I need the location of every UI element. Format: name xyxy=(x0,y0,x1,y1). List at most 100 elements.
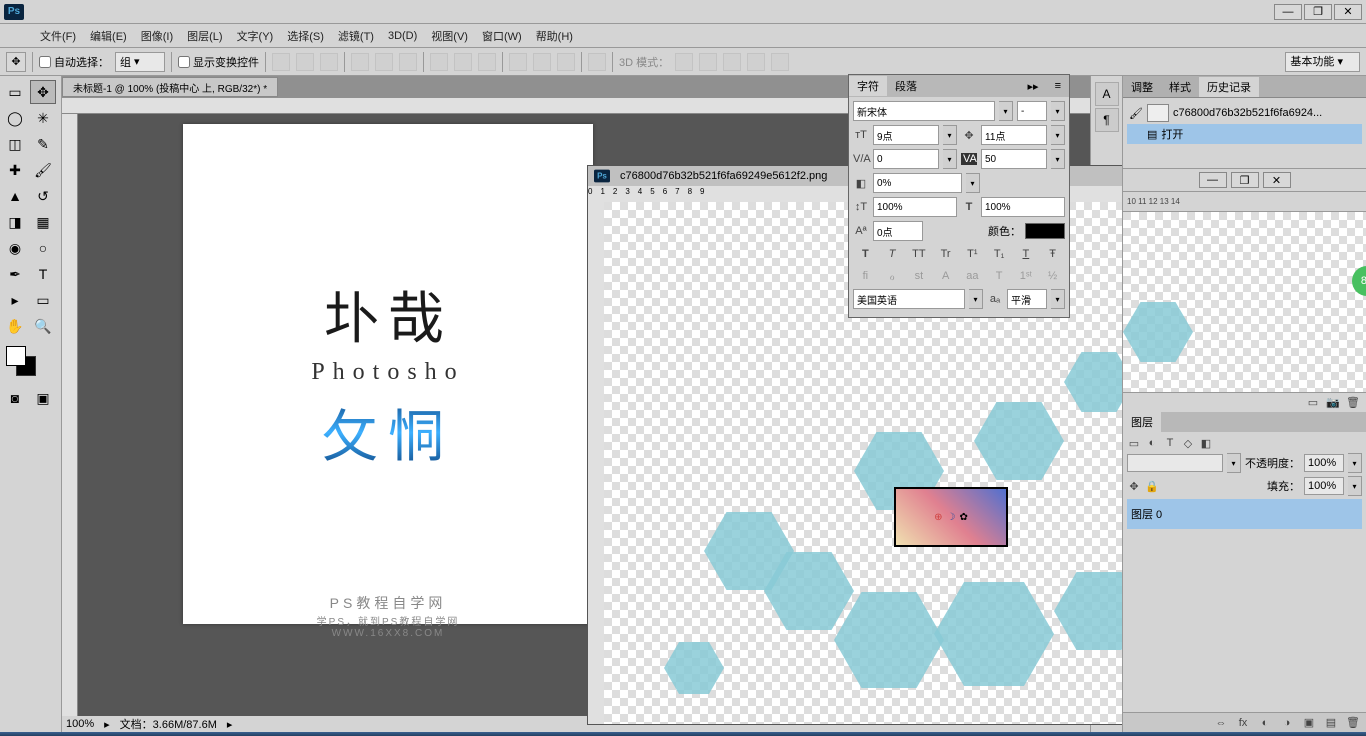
panel-menu-icon[interactable]: ≡ xyxy=(1047,76,1069,96)
shape-tool[interactable]: ▭ xyxy=(30,288,56,312)
group-icon[interactable]: ▣ xyxy=(1302,716,1316,730)
layer-item[interactable]: 图层 0 xyxy=(1127,499,1362,529)
tab-history[interactable]: 历史记录 xyxy=(1199,77,1259,97)
path-tool[interactable]: ▸ xyxy=(2,288,28,312)
auto-select-dropdown[interactable]: 组 ▾ xyxy=(115,52,165,72)
hscale-input[interactable]: 100% xyxy=(981,197,1065,217)
lock-move-icon[interactable]: ✥ xyxy=(1127,479,1141,493)
dropdown-icon[interactable]: ▾ xyxy=(943,125,957,145)
doc2-ruler-v[interactable] xyxy=(588,202,604,724)
zoom-tool[interactable]: 🔍 xyxy=(30,314,56,338)
menu-3d[interactable]: 3D(D) xyxy=(388,30,417,42)
menu-help[interactable]: 帮助(H) xyxy=(536,28,573,44)
filter-icon[interactable]: ◇ xyxy=(1181,436,1195,450)
menu-image[interactable]: 图像(I) xyxy=(141,28,173,44)
dropdown-icon[interactable]: ▾ xyxy=(966,173,980,193)
font-size-input[interactable]: 9点 xyxy=(873,125,939,145)
link-icon[interactable]: ⇔ xyxy=(1214,716,1228,730)
menu-edit[interactable]: 编辑(E) xyxy=(90,28,127,44)
dropdown-icon[interactable]: ▾ xyxy=(1051,289,1065,309)
opacity-input[interactable]: 100% xyxy=(1304,454,1344,472)
subscript-button[interactable]: T₁ xyxy=(989,245,1009,263)
heal-tool[interactable]: ✚ xyxy=(2,158,28,182)
language-dropdown[interactable]: 美国英语 xyxy=(853,289,965,309)
doc2-minimize[interactable]: — xyxy=(1199,172,1227,188)
tab-layers[interactable]: 图层 xyxy=(1123,412,1161,432)
menu-type[interactable]: 文字(Y) xyxy=(237,28,274,44)
menu-file[interactable]: 文件(F) xyxy=(40,28,76,44)
eyedropper-tool[interactable]: ✎ xyxy=(30,132,56,156)
quickmask-tool[interactable]: ◙ xyxy=(2,386,28,410)
dropdown-icon[interactable]: ▾ xyxy=(1051,125,1065,145)
doc2-canvas-ext[interactable] xyxy=(1123,212,1366,392)
underline-button[interactable]: T xyxy=(1016,245,1036,263)
color-swatches[interactable] xyxy=(6,346,36,376)
workspace-dropdown[interactable]: 基本功能 ▾ xyxy=(1285,52,1360,72)
antialias-dropdown[interactable]: 平滑 xyxy=(1007,289,1047,309)
doc2-ruler-ext[interactable]: 10 11 12 13 14 xyxy=(1123,192,1366,212)
allcaps-button[interactable]: TT xyxy=(909,245,929,263)
screenmode-tool[interactable]: ▣ xyxy=(30,386,56,410)
menu-window[interactable]: 窗口(W) xyxy=(482,28,522,44)
eraser-tool[interactable]: ◨ xyxy=(2,210,28,234)
dropdown-icon[interactable]: ▾ xyxy=(1051,149,1065,169)
lasso-tool[interactable]: ◯ xyxy=(2,106,28,130)
brush-tool[interactable]: 🖌 xyxy=(30,158,56,182)
marquee-tool[interactable]: ▭ xyxy=(2,80,28,104)
transform-bbox[interactable]: ⊕☽✿ xyxy=(894,487,1008,547)
fg-color[interactable] xyxy=(6,346,26,366)
dropdown-icon[interactable]: ▾ xyxy=(1227,453,1241,473)
font-style-input[interactable]: - xyxy=(1017,101,1047,121)
blur-tool[interactable]: ◉ xyxy=(2,236,28,260)
history-brush-tool[interactable]: ↺ xyxy=(30,184,56,208)
dodge-tool[interactable]: ○ xyxy=(30,236,56,260)
dropdown-icon[interactable]: ▾ xyxy=(1348,476,1362,496)
stamp-tool[interactable]: ▲ xyxy=(2,184,28,208)
character-panel-icon[interactable]: A xyxy=(1095,82,1119,106)
dropdown-icon[interactable]: ▾ xyxy=(943,149,957,169)
hand-tool[interactable]: ✋ xyxy=(2,314,28,338)
filter-icon[interactable]: T xyxy=(1163,436,1177,450)
menu-layer[interactable]: 图层(L) xyxy=(187,28,222,44)
tab-character[interactable]: 字符 xyxy=(849,76,887,96)
wand-tool[interactable]: ✳ xyxy=(30,106,56,130)
tab-adjustments[interactable]: 调整 xyxy=(1123,77,1161,97)
dropdown-icon[interactable]: ▾ xyxy=(1348,453,1362,473)
minimize-button[interactable]: — xyxy=(1274,4,1302,20)
gradient-tool[interactable]: ▦ xyxy=(30,210,56,234)
mask-icon[interactable]: ◐ xyxy=(1258,716,1272,730)
superscript-button[interactable]: T¹ xyxy=(962,245,982,263)
vscale-input[interactable]: 100% xyxy=(873,197,957,217)
kerning-input[interactable]: 0 xyxy=(873,149,939,169)
fx-icon[interactable]: fx xyxy=(1236,716,1250,730)
text-color-swatch[interactable] xyxy=(1025,223,1065,239)
smallcaps-button[interactable]: Tr xyxy=(936,245,956,263)
close-button[interactable]: ✕ xyxy=(1334,4,1362,20)
doc2-maximize[interactable]: ❐ xyxy=(1231,172,1259,188)
trash-icon[interactable]: 🗑 xyxy=(1346,396,1360,410)
bold-button[interactable]: T xyxy=(855,245,875,263)
doc-tab-1[interactable]: 未标题-1 @ 100% (投稿中心 上, RGB/32*) * xyxy=(62,77,278,97)
doc2-close[interactable]: ✕ xyxy=(1263,172,1291,188)
move-tool-icon[interactable]: ✥ xyxy=(6,52,26,72)
crop-tool[interactable]: ◫ xyxy=(2,132,28,156)
menu-select[interactable]: 选择(S) xyxy=(287,28,324,44)
type-tool[interactable]: T xyxy=(30,262,56,286)
font-family-input[interactable]: 新宋体 xyxy=(853,101,995,121)
strike-button[interactable]: Ŧ xyxy=(1043,245,1063,263)
dropdown-icon[interactable]: ▾ xyxy=(999,101,1013,121)
pen-tool[interactable]: ✒ xyxy=(2,262,28,286)
ruler-vertical[interactable] xyxy=(62,114,78,716)
history-snapshot[interactable]: 🖌 c76800d76b32b521f6fa6924... xyxy=(1127,102,1362,124)
move-tool[interactable]: ✥ xyxy=(30,80,56,104)
scale-input[interactable]: 0% xyxy=(873,173,962,193)
paragraph-panel-icon[interactable]: ¶ xyxy=(1095,108,1119,132)
character-panel[interactable]: 字符 段落 ▸▸ ≡ 新宋体▾ -▾ тT 9点▾ ✥ 11点▾ V/A 0▾ … xyxy=(848,74,1070,318)
leading-input[interactable]: 11点 xyxy=(981,125,1047,145)
new-layer-icon[interactable]: ▤ xyxy=(1324,716,1338,730)
dropdown-icon[interactable]: ▾ xyxy=(1051,101,1065,121)
canvas-document-1[interactable]: 圤哉 Photosho 攵恫 PS教程自学网 学PS，就到PS教程自学网 WWW… xyxy=(183,124,593,624)
adjust-icon[interactable]: ◑ xyxy=(1280,716,1294,730)
snapshot-icon[interactable]: 📷 xyxy=(1326,396,1340,410)
history-step[interactable]: ▤ 打开 xyxy=(1127,124,1362,144)
